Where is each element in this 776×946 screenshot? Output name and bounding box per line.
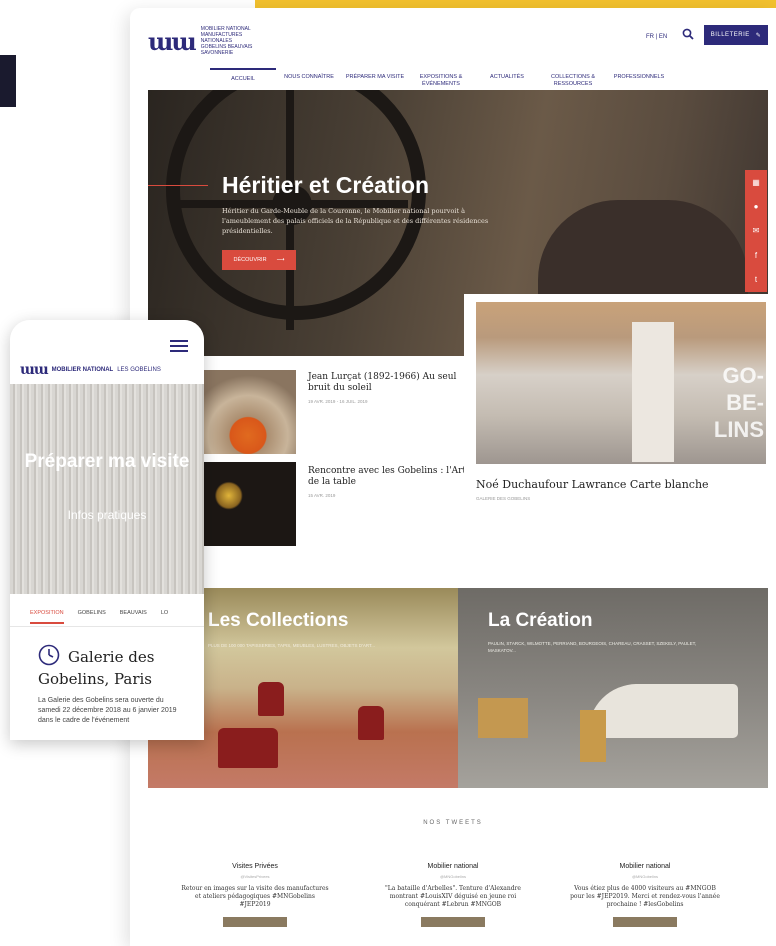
mobile-logo-mark: ɯɯ [20,362,49,378]
collections-subtitle: PLUS DE 100 000 TAPISSERIES, TAPIS, MEUB… [208,643,376,648]
hamburger-icon[interactable] [170,340,188,352]
calendar-icon[interactable]: ▦ [752,178,760,187]
featured-word-line: BE- [726,390,764,415]
mobile-logo[interactable]: ɯɯ MOBILIER NATIONAL LES GOBELINS [20,362,161,378]
mail-icon[interactable]: ✉ [753,226,760,235]
tweet-author: Visites Privées [232,863,278,870]
tab-gobelins[interactable]: GOBELINS [78,602,106,624]
tab-lo[interactable]: LO [161,602,168,624]
tab-exposition[interactable]: EXPOSITION [30,602,64,624]
collections-image-sofa [218,728,278,768]
tweet-author: Mobilier national [619,863,671,870]
mobile-hero [10,384,204,594]
news-title[interactable]: Rencontre avec les Gobelins : l'Art de l… [308,466,478,488]
hero-accent-line [148,185,208,186]
news-date: 19 AVR. 2019 - 16 JUIL. 2019 [308,399,368,404]
mobile-hero-subtitle: Infos pratiques [67,508,147,522]
discover-label: DÉCOUVRIR [233,257,267,263]
tweet-handle: @MNGobelins [439,874,467,879]
tweet-handle: @MNGobelins [631,874,659,879]
tweets-heading: NOS TWEETS [423,820,483,826]
language-switch[interactable]: FR | EN [646,34,667,40]
creation-title: La Création [488,610,593,631]
twitter-icon[interactable]: t [755,275,757,284]
logo-line: SAVONNERIE [200,50,234,56]
news-title[interactable]: Jean Lurçat (1892-1966) Au seul bruit du… [308,372,478,394]
discover-button[interactable]: DÉCOUVRIR ⟶ [222,250,296,270]
tweet-handle: @VisitesPrivees [240,874,270,879]
tweet-text: "La bataille d'Arbelles". Tenture d'Alex… [385,885,521,908]
mobile-brand-sub: LES GOBELINS [117,367,161,373]
logo-text: MOBILIER NATIONAL MANUFACTURES NATIONALE… [201,26,261,56]
news-thumbnail[interactable] [200,462,296,546]
mobile-brand: MOBILIER NATIONAL [51,367,114,373]
tweet-author: Mobilier national [427,863,479,870]
creation-image-sideboard [478,698,528,738]
featured-image[interactable]: GO- BE- LINS [476,302,766,464]
creation-image-chair [580,710,606,762]
featured-word-line: LINS [713,417,764,442]
mobile-header: ɯɯ MOBILIER NATIONAL LES GOBELINS [10,320,204,380]
news-thumbnail[interactable] [200,370,296,454]
creation-panel[interactable]: La Création PAULIN, STARCK, WILMOTTE, PE… [458,588,768,788]
tweet-image [613,917,677,927]
site-logo[interactable]: ɯɯ MOBILIER NATIONAL MANUFACTURES NATION… [148,26,261,56]
tweet-image [223,917,287,927]
dark-accent-block [0,55,16,107]
tweet-card[interactable]: Visites Privées @VisitesPrivees Retour e… [180,863,330,927]
tweet-card[interactable]: Mobilier national @MNGobelins "La batail… [378,863,528,927]
tab-divider [10,626,204,627]
info-icon[interactable]: ● [754,202,759,211]
logo-mark: ɯɯ [148,26,197,56]
creation-image-table [588,684,738,738]
tweet-image [421,917,485,927]
collections-title: Les Collections [208,610,349,631]
search-icon[interactable] [682,28,694,40]
tweet-text: Retour en images sur la visite des manuf… [181,885,329,908]
collections-image-chair [358,706,384,740]
desktop-screen: ɯɯ MOBILIER NATIONAL MANUFACTURES NATION… [130,8,776,946]
tweet-card[interactable]: Mobilier national @MNGobelins Vous étiez… [570,863,720,927]
tab-beauvais[interactable]: BEAUVAIS [120,602,147,624]
hero-title: Héritier et Création [222,172,430,198]
facebook-icon[interactable]: f [755,251,757,260]
featured-subtitle: GALERIE DES GOBELINS [476,496,531,501]
mobile-card-description: La Galerie des Gobelins sera ouverte du … [38,697,177,724]
ticket-icon: ✎ [755,32,762,39]
social-sidebar: ▦ ● ✉ f t [745,170,767,292]
featured-image-pillar [632,322,674,462]
ticket-label: BILLETERIE [710,32,750,38]
ticket-button[interactable]: BILLETERIE ✎ [704,25,768,45]
header: ɯɯ MOBILIER NATIONAL MANUFACTURES NATION… [130,8,776,63]
creation-subtitle: PAULIN, STARCK, WILMOTTE, PERRIAND, BOUR… [488,641,697,653]
tweet-text: Vous étiez plus de 4000 visiteurs au #MN… [570,885,720,908]
featured-title[interactable]: Noé Duchaufour Lawrance Carte blanche [476,478,709,491]
arrow-right-icon: ⟶ [276,257,285,263]
mobile-screen: ɯɯ MOBILIER NATIONAL LES GOBELINS Prépar… [10,320,204,740]
logo-line: MANUFACTURES NATIONALES [200,32,243,44]
collections-image-chair [258,682,284,716]
featured-word-line: GO- [722,363,764,388]
featured-image-word: GO- BE- LINS [686,362,764,443]
mobile-card-title[interactable]: Galerie des Gobelins, Paris [38,646,188,690]
news-date: 15 AVR. 2019 [308,493,336,498]
mobile-hero-title: Préparer ma visite [24,451,190,472]
hero-description: Héritier du Garde-Meuble de la Couronne,… [222,207,489,235]
mobile-tabs: EXPOSITION GOBELINS BEAUVAIS LO [10,602,204,624]
